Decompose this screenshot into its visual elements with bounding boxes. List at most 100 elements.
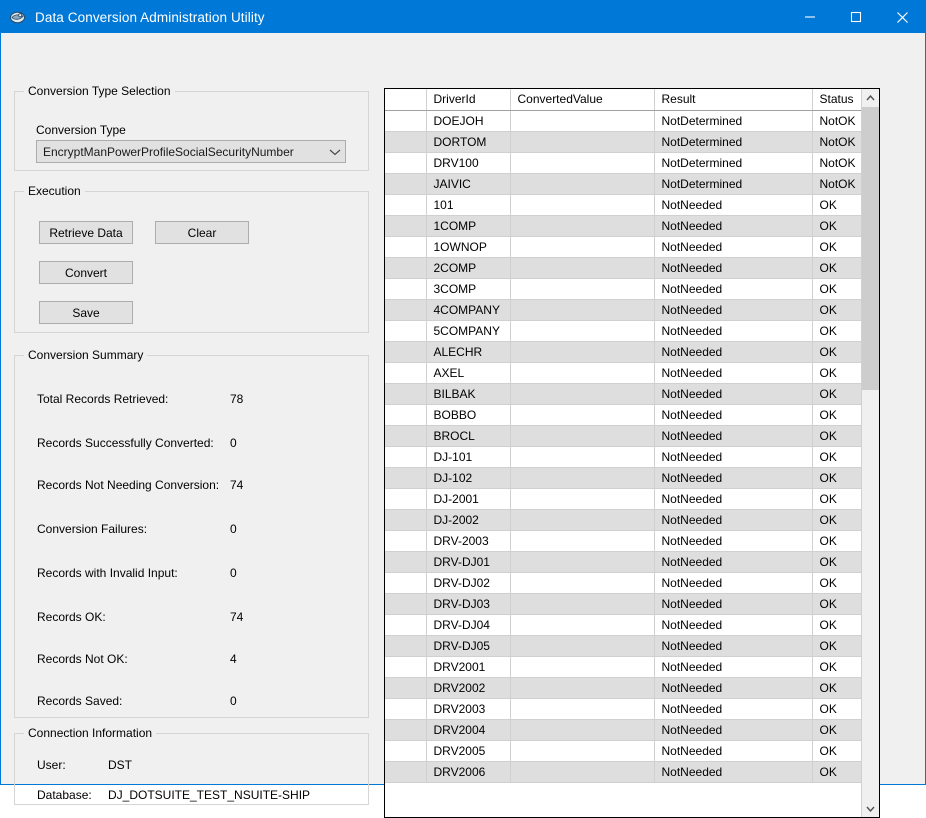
cell-convertedvalue[interactable] bbox=[510, 677, 654, 698]
cell-driverid[interactable]: DRV2002 bbox=[426, 677, 510, 698]
cell-result[interactable]: NotDetermined bbox=[654, 173, 812, 194]
row-selector-cell[interactable] bbox=[385, 194, 426, 215]
cell-status[interactable]: OK bbox=[812, 383, 861, 404]
row-selector-cell[interactable] bbox=[385, 404, 426, 425]
row-selector-cell[interactable] bbox=[385, 572, 426, 593]
cell-driverid[interactable]: DRV2004 bbox=[426, 719, 510, 740]
row-selector-cell[interactable] bbox=[385, 761, 426, 782]
cell-result[interactable]: NotNeeded bbox=[654, 383, 812, 404]
table-row[interactable]: 101NotNeededOK bbox=[385, 194, 861, 215]
close-button[interactable] bbox=[879, 1, 925, 33]
cell-status[interactable]: OK bbox=[812, 740, 861, 761]
row-selector-cell[interactable] bbox=[385, 278, 426, 299]
cell-convertedvalue[interactable] bbox=[510, 110, 654, 131]
cell-result[interactable]: NotDetermined bbox=[654, 110, 812, 131]
cell-status[interactable]: OK bbox=[812, 236, 861, 257]
cell-status[interactable]: OK bbox=[812, 362, 861, 383]
retrieve-data-button[interactable]: Retrieve Data bbox=[39, 221, 133, 244]
cell-convertedvalue[interactable] bbox=[510, 194, 654, 215]
cell-result[interactable]: NotDetermined bbox=[654, 131, 812, 152]
table-row[interactable]: DRV-DJ01NotNeededOK bbox=[385, 551, 861, 572]
cell-convertedvalue[interactable] bbox=[510, 698, 654, 719]
cell-convertedvalue[interactable] bbox=[510, 761, 654, 782]
cell-convertedvalue[interactable] bbox=[510, 509, 654, 530]
cell-result[interactable]: NotNeeded bbox=[654, 677, 812, 698]
table-row[interactable]: BILBAK NotNeededOK bbox=[385, 383, 861, 404]
cell-status[interactable]: OK bbox=[812, 215, 861, 236]
row-selector-cell[interactable] bbox=[385, 341, 426, 362]
table-row[interactable]: 4COMPANYNotNeededOK bbox=[385, 299, 861, 320]
cell-result[interactable]: NotNeeded bbox=[654, 194, 812, 215]
cell-convertedvalue[interactable] bbox=[510, 278, 654, 299]
column-header-rowselect[interactable] bbox=[385, 89, 426, 110]
cell-driverid[interactable]: DRV-DJ04 bbox=[426, 614, 510, 635]
cell-convertedvalue[interactable] bbox=[510, 320, 654, 341]
table-row[interactable]: 1OWNOPNotNeededOK bbox=[385, 236, 861, 257]
cell-driverid[interactable]: DRV100 bbox=[426, 152, 510, 173]
table-row[interactable]: DRV-2003NotNeededOK bbox=[385, 530, 861, 551]
cell-convertedvalue[interactable] bbox=[510, 425, 654, 446]
convert-button[interactable]: Convert bbox=[39, 261, 133, 284]
row-selector-cell[interactable] bbox=[385, 635, 426, 656]
table-row[interactable]: 2COMPNotNeededOK bbox=[385, 257, 861, 278]
table-row[interactable]: AXELNotNeededOK bbox=[385, 362, 861, 383]
table-row[interactable]: DRV2003NotNeededOK bbox=[385, 698, 861, 719]
cell-driverid[interactable]: AXEL bbox=[426, 362, 510, 383]
conversion-type-select[interactable]: EncryptManPowerProfileSocialSecurityNumb… bbox=[36, 140, 346, 163]
cell-convertedvalue[interactable] bbox=[510, 341, 654, 362]
cell-status[interactable]: OK bbox=[812, 194, 861, 215]
cell-driverid[interactable]: DOEJOH bbox=[426, 110, 510, 131]
row-selector-cell[interactable] bbox=[385, 152, 426, 173]
row-selector-cell[interactable] bbox=[385, 173, 426, 194]
cell-status[interactable]: OK bbox=[812, 257, 861, 278]
cell-convertedvalue[interactable] bbox=[510, 467, 654, 488]
row-selector-cell[interactable] bbox=[385, 740, 426, 761]
cell-status[interactable]: OK bbox=[812, 509, 861, 530]
table-row[interactable]: DRV-DJ02NotNeededOK bbox=[385, 572, 861, 593]
cell-result[interactable]: NotNeeded bbox=[654, 446, 812, 467]
cell-status[interactable]: NotOK bbox=[812, 131, 861, 152]
cell-status[interactable]: OK bbox=[812, 404, 861, 425]
table-row[interactable]: DRV-DJ05NotNeededOK bbox=[385, 635, 861, 656]
cell-result[interactable]: NotNeeded bbox=[654, 320, 812, 341]
column-header-status[interactable]: Status bbox=[812, 89, 861, 110]
row-selector-cell[interactable] bbox=[385, 446, 426, 467]
cell-driverid[interactable]: 5COMPANY bbox=[426, 320, 510, 341]
cell-status[interactable]: OK bbox=[812, 299, 861, 320]
cell-status[interactable]: OK bbox=[812, 320, 861, 341]
cell-convertedvalue[interactable] bbox=[510, 614, 654, 635]
cell-convertedvalue[interactable] bbox=[510, 215, 654, 236]
table-row[interactable]: DJ-2001NotNeededOK bbox=[385, 488, 861, 509]
column-header-convertedvalue[interactable]: ConvertedValue bbox=[510, 89, 654, 110]
cell-driverid[interactable]: BILBAK bbox=[426, 383, 510, 404]
scroll-down-button[interactable] bbox=[862, 800, 879, 817]
row-selector-cell[interactable] bbox=[385, 110, 426, 131]
cell-driverid[interactable]: DJ-102 bbox=[426, 467, 510, 488]
cell-driverid[interactable]: DORTOM bbox=[426, 131, 510, 152]
clear-button[interactable]: Clear bbox=[155, 221, 249, 244]
table-row[interactable]: JAIVICNotDeterminedNotOK bbox=[385, 173, 861, 194]
column-header-result[interactable]: Result bbox=[654, 89, 812, 110]
cell-status[interactable]: OK bbox=[812, 572, 861, 593]
cell-driverid[interactable]: DRV-DJ05 bbox=[426, 635, 510, 656]
table-row[interactable]: 1COMPNotNeededOK bbox=[385, 215, 861, 236]
cell-driverid[interactable]: ALECHR bbox=[426, 341, 510, 362]
cell-status[interactable]: OK bbox=[812, 278, 861, 299]
cell-result[interactable]: NotNeeded bbox=[654, 341, 812, 362]
cell-driverid[interactable]: DJ-2002 bbox=[426, 509, 510, 530]
table-row[interactable]: DJ-102NotNeededOK bbox=[385, 467, 861, 488]
scrollbar-thumb[interactable] bbox=[862, 107, 879, 390]
scroll-up-button[interactable] bbox=[862, 89, 879, 106]
row-selector-cell[interactable] bbox=[385, 614, 426, 635]
cell-status[interactable]: OK bbox=[812, 656, 861, 677]
cell-status[interactable]: OK bbox=[812, 635, 861, 656]
cell-result[interactable]: NotNeeded bbox=[654, 215, 812, 236]
cell-status[interactable]: OK bbox=[812, 425, 861, 446]
cell-convertedvalue[interactable] bbox=[510, 404, 654, 425]
row-selector-cell[interactable] bbox=[385, 488, 426, 509]
cell-result[interactable]: NotNeeded bbox=[654, 467, 812, 488]
cell-status[interactable]: NotOK bbox=[812, 173, 861, 194]
minimize-button[interactable] bbox=[787, 1, 833, 33]
cell-driverid[interactable]: 4COMPANY bbox=[426, 299, 510, 320]
cell-status[interactable]: OK bbox=[812, 551, 861, 572]
